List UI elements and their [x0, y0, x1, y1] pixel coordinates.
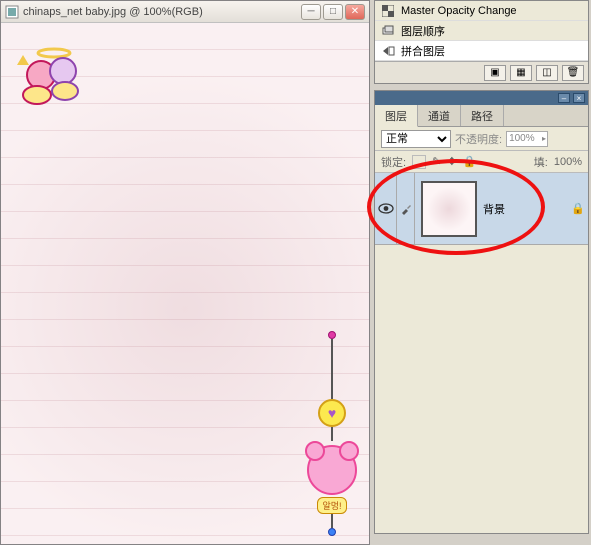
lock-transparency-icon[interactable]	[412, 155, 426, 169]
history-panel: Master Opacity Change 图层顺序 拼合图层 ▣ ▦ ◫ 🗑	[374, 0, 589, 84]
lock-label: 锁定:	[381, 154, 406, 170]
history-item-label: 拼合图层	[401, 43, 445, 59]
document-window: chinaps_net baby.jpg @ 100%(RGB) ─ □ ✕ ♥…	[0, 0, 370, 545]
layer-lock-icon: 🔒	[568, 202, 588, 215]
history-item-label: Master Opacity Change	[401, 5, 517, 17]
angels-decoration	[15, 47, 93, 107]
layers-options-row: 正常 不透明度: 100%	[375, 127, 588, 151]
panels-area: Master Opacity Change 图层顺序 拼合图层 ▣ ▦ ◫ 🗑	[372, 0, 591, 545]
history-item[interactable]: 图层顺序	[375, 21, 588, 41]
layer-link-area[interactable]	[397, 173, 415, 244]
close-button[interactable]: ✕	[345, 4, 365, 20]
layer-thumbnail[interactable]	[421, 181, 477, 237]
charm-tag: 알멍!	[317, 497, 346, 514]
layers-panel: – × 图层 通道 路径 正常 不透明度: 100% 锁定: ✎ ✥ 🔒 填: …	[374, 90, 589, 534]
opacity-label: 不透明度:	[455, 131, 502, 147]
maximize-button[interactable]: □	[323, 4, 343, 20]
fill-label: 填:	[534, 154, 548, 170]
layers-icon	[381, 24, 395, 38]
blend-mode-select[interactable]: 正常	[381, 130, 451, 148]
minimize-button[interactable]: ─	[301, 4, 321, 20]
panel-minimize-button[interactable]: –	[558, 93, 570, 103]
lock-paint-icon[interactable]: ✎	[432, 155, 441, 168]
fill-value[interactable]: 100%	[554, 156, 582, 168]
opacity-value[interactable]: 100%	[506, 131, 548, 147]
layers-lock-row: 锁定: ✎ ✥ 🔒 填: 100%	[375, 151, 588, 173]
lock-all-icon[interactable]: 🔒	[463, 155, 477, 168]
opacity-icon	[381, 4, 395, 18]
layer-name[interactable]: 背景	[483, 201, 568, 217]
tab-paths[interactable]: 路径	[461, 105, 504, 126]
lock-position-icon[interactable]: ✥	[447, 155, 456, 168]
history-snapshot-button[interactable]: ▣	[484, 65, 506, 81]
document-icon	[5, 5, 19, 19]
eye-icon	[378, 203, 394, 214]
history-item[interactable]: 拼合图层	[375, 41, 588, 61]
history-item[interactable]: Master Opacity Change	[375, 1, 588, 21]
layer-row[interactable]: 背景 🔒	[375, 173, 588, 245]
charm-decoration: ♥ 알멍!	[307, 331, 357, 536]
history-item-label: 图层顺序	[401, 23, 445, 39]
history-footer: ▣ ▦ ◫ 🗑	[375, 61, 588, 83]
history-new-doc-button[interactable]: ◫	[536, 65, 558, 81]
tab-channels[interactable]: 通道	[418, 105, 461, 126]
tab-layers[interactable]: 图层	[375, 105, 418, 127]
panel-close-button[interactable]: ×	[573, 93, 585, 103]
history-delete-button[interactable]: 🗑	[562, 65, 584, 81]
layer-visibility-toggle[interactable]	[375, 173, 397, 244]
document-title: chinaps_net baby.jpg @ 100%(RGB)	[23, 6, 301, 18]
panel-tabs: 图层 通道 路径	[375, 105, 588, 127]
panel-toolbar: – ×	[375, 91, 588, 105]
history-list: Master Opacity Change 图层顺序 拼合图层	[375, 1, 588, 61]
brush-icon	[400, 203, 412, 215]
document-titlebar[interactable]: chinaps_net baby.jpg @ 100%(RGB) ─ □ ✕	[1, 1, 369, 23]
document-canvas[interactable]: ♥ 알멍!	[1, 23, 369, 544]
layers-list: 背景 🔒	[375, 173, 588, 533]
merge-icon	[381, 44, 395, 58]
history-new-button[interactable]: ▦	[510, 65, 532, 81]
window-buttons: ─ □ ✕	[301, 4, 365, 20]
